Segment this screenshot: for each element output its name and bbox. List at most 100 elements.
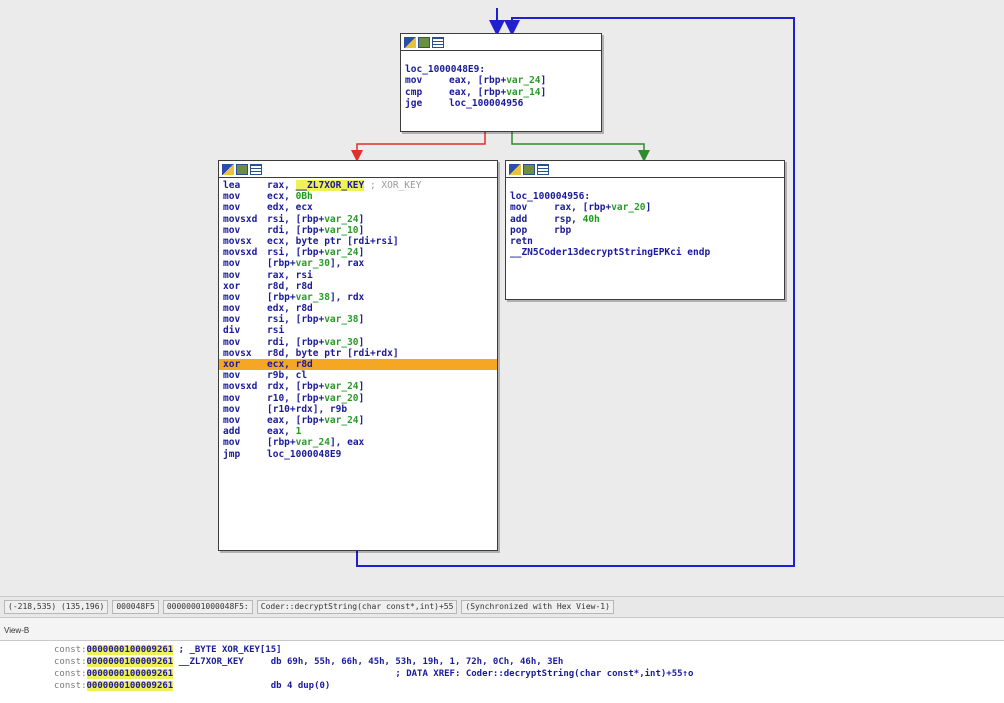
hex-view-panel[interactable]: const:0000000100009261 ; _BYTE XOR_KEY[1… <box>0 640 1004 703</box>
block-label[interactable]: loc_1000048E9: <box>405 64 597 75</box>
status-cell: 00000001000048F5: <box>162 600 253 614</box>
graph-view[interactable]: loc_1000048E9: mov eax, [rbp+ var_24] cmp ea… <box>0 0 1004 596</box>
instruction-row[interactable]: mov rdi, [rbp+ var_10] <box>223 225 493 236</box>
instruction-row[interactable]: mov r10, [rbp+ var_20] <box>223 393 493 404</box>
instruction-operand: loc_100004956 <box>449 97 524 109</box>
block-function-exit[interactable]: loc_100004956: mov rax, [rbp+ var_20] add rs… <box>505 160 785 300</box>
hex-view-tab[interactable]: View-B <box>0 626 29 640</box>
instruction-row[interactable]: jge loc_100004956 <box>405 98 597 109</box>
instruction-row[interactable]: mov ecx, 0Bh <box>223 191 493 202</box>
stack-variable[interactable]: var_10 <box>324 225 358 236</box>
instruction-row[interactable]: movsx r8d, byte ptr [rdi+rdx] <box>223 348 493 359</box>
instruction-row[interactable]: mov rdi, [rbp+ var_30] <box>223 337 493 348</box>
instruction-mnemonic: mov <box>405 75 423 87</box>
instruction-operand: edx, ecx <box>267 202 313 214</box>
instruction-row[interactable]: mov [r10+rdx], r9b <box>223 404 493 415</box>
instruction-operand: loc_1000048E9 <box>267 448 342 460</box>
instruction-row[interactable]: movsxd rsi, [rbp+ var_24] <box>223 214 493 225</box>
segment-name: const: <box>54 681 87 691</box>
address[interactable]: 0000000100009261 <box>86 645 174 655</box>
hex-view-content: ; _BYTE XOR_KEY[15] <box>173 645 282 655</box>
stack-variable[interactable]: var_38 <box>296 292 330 303</box>
instruction-row[interactable]: xor r8d, r8d <box>223 281 493 292</box>
stack-variable[interactable]: var_24 <box>324 381 358 392</box>
address[interactable]: 0000000100009261 <box>86 681 174 691</box>
instruction-row[interactable]: mov edx, r8d <box>223 303 493 314</box>
stack-variable[interactable]: var_24 <box>324 214 358 225</box>
instruction-mnemonic: mov <box>223 291 241 303</box>
instruction-mnemonic: mov <box>223 414 241 426</box>
flow-chart-icon[interactable] <box>222 163 234 175</box>
instruction-operand: eax, [rbp+ <box>449 86 507 98</box>
graph-view-icon[interactable] <box>418 36 430 48</box>
instruction-row[interactable]: add rsp, 40h <box>510 214 780 225</box>
flow-chart-icon[interactable] <box>509 163 521 175</box>
stack-variable[interactable]: var_24 <box>296 437 330 448</box>
stack-variable[interactable]: var_30 <box>296 258 330 269</box>
stack-variable[interactable]: var_30 <box>324 337 358 348</box>
text-view-icon[interactable] <box>250 163 262 175</box>
instruction-row[interactable]: movsxd rdx, [rbp+ var_24] <box>223 381 493 392</box>
instruction-row[interactable]: mov [rbp+ var_38], rdx <box>223 292 493 303</box>
instruction-row[interactable]: lea rax, __ZL7XOR_KEY ; XOR_KEY <box>223 180 493 192</box>
text-view-icon[interactable] <box>537 163 549 175</box>
stack-variable[interactable]: var_20 <box>611 202 645 213</box>
instruction-mnemonic: movsxd <box>223 381 258 393</box>
instruction-row[interactable]: retn <box>510 236 780 247</box>
instruction-operand[interactable]: __ZL7XOR_KEY <box>295 180 365 192</box>
graph-view-icon[interactable] <box>523 163 535 175</box>
block-xor-loop-body[interactable]: lea rax, __ZL7XOR_KEY ; XOR_KEY mov ecx, 0B… <box>218 160 498 551</box>
hex-view-content: __ZL7XOR_KEY db 69h, 55h, 66h, 45h, 53h,… <box>173 657 564 667</box>
instruction-row[interactable]: mov rax, rsi <box>223 270 493 281</box>
instruction-mnemonic: movsxd <box>223 213 258 225</box>
text-view-icon[interactable] <box>432 36 444 48</box>
hex-view-row[interactable]: const:0000000100009261 ; _BYTE XOR_KEY[1… <box>54 645 282 656</box>
stack-variable[interactable]: var_20 <box>324 393 358 404</box>
address[interactable]: 0000000100009261 <box>86 669 174 679</box>
instruction-row[interactable]: mov edx, ecx <box>223 202 493 213</box>
stack-variable[interactable]: var_24 <box>506 75 540 86</box>
instruction-operand: ], eax <box>329 437 365 449</box>
instruction-mnemonic: add <box>510 213 528 225</box>
hex-view-row[interactable]: const:0000000100009261 ; DATA XREF: Code… <box>54 669 693 680</box>
hex-view-row[interactable]: const:0000000100009261 __ZL7XOR_KEY db 6… <box>54 657 563 668</box>
instruction-row[interactable]: mov rsi, [rbp+ var_38] <box>223 314 493 325</box>
instruction-operand: ] <box>358 414 365 426</box>
block-label[interactable]: loc_100004956: <box>510 191 780 202</box>
instruction-row-selected[interactable]: xor ecx, r8d <box>219 359 497 371</box>
instruction-operand: rbp <box>554 224 572 236</box>
instruction-mnemonic: add <box>223 426 241 438</box>
instruction-operand: eax, <box>267 426 296 438</box>
instruction-row[interactable]: pop rbp <box>510 225 780 236</box>
instruction-row[interactable]: mov eax, [rbp+ var_24] <box>223 415 493 426</box>
instruction-operand: ] <box>358 224 365 236</box>
stack-variable[interactable]: var_24 <box>324 247 358 258</box>
instruction-row[interactable]: movsxd rsi, [rbp+ var_24] <box>223 247 493 258</box>
instruction-row[interactable]: mov [rbp+ var_30], rax <box>223 258 493 269</box>
block-title-bar <box>506 161 784 178</box>
instruction-row[interactable]: cmp eax, [rbp+ var_14] <box>405 87 597 98</box>
graph-view-icon[interactable] <box>236 163 248 175</box>
instruction-row[interactable]: movsx ecx, byte ptr [rdi+rsi] <box>223 236 493 247</box>
instruction-row[interactable]: add eax, 1 <box>223 426 493 437</box>
hex-view-row[interactable]: const:0000000100009261 db 4 dup(0) <box>54 681 330 692</box>
stack-variable[interactable]: var_38 <box>324 314 358 325</box>
instruction-row[interactable]: mov [rbp+ var_24], eax <box>223 437 493 448</box>
instruction-row[interactable]: mov r9b, cl <box>223 370 493 381</box>
instruction-mnemonic: jmp <box>223 448 241 460</box>
address[interactable]: 0000000100009261 <box>86 657 174 667</box>
stack-variable[interactable]: var_24 <box>324 415 358 426</box>
instruction-mnemonic: div <box>223 325 241 337</box>
flow-chart-icon[interactable] <box>404 36 416 48</box>
instruction-row[interactable]: jmp loc_1000048E9 <box>223 449 493 460</box>
stack-variable[interactable]: var_14 <box>506 87 540 98</box>
instruction-row[interactable]: mov rax, [rbp+ var_20] <box>510 202 780 213</box>
instruction-operand: eax, [rbp+ <box>267 414 325 426</box>
block-loop-header[interactable]: loc_1000048E9: mov eax, [rbp+ var_24] cmp ea… <box>400 33 602 132</box>
instruction-operand: ] <box>540 75 547 87</box>
instruction-row[interactable]: div rsi <box>223 325 493 336</box>
instruction-row[interactable]: mov eax, [rbp+ var_24] <box>405 75 597 86</box>
instruction-mnemonic: mov <box>510 202 528 214</box>
instruction-operand: r10, [rbp+ <box>267 392 325 404</box>
function-endp[interactable]: __ZN5Coder13decryptStringEPKci endp <box>510 247 780 258</box>
